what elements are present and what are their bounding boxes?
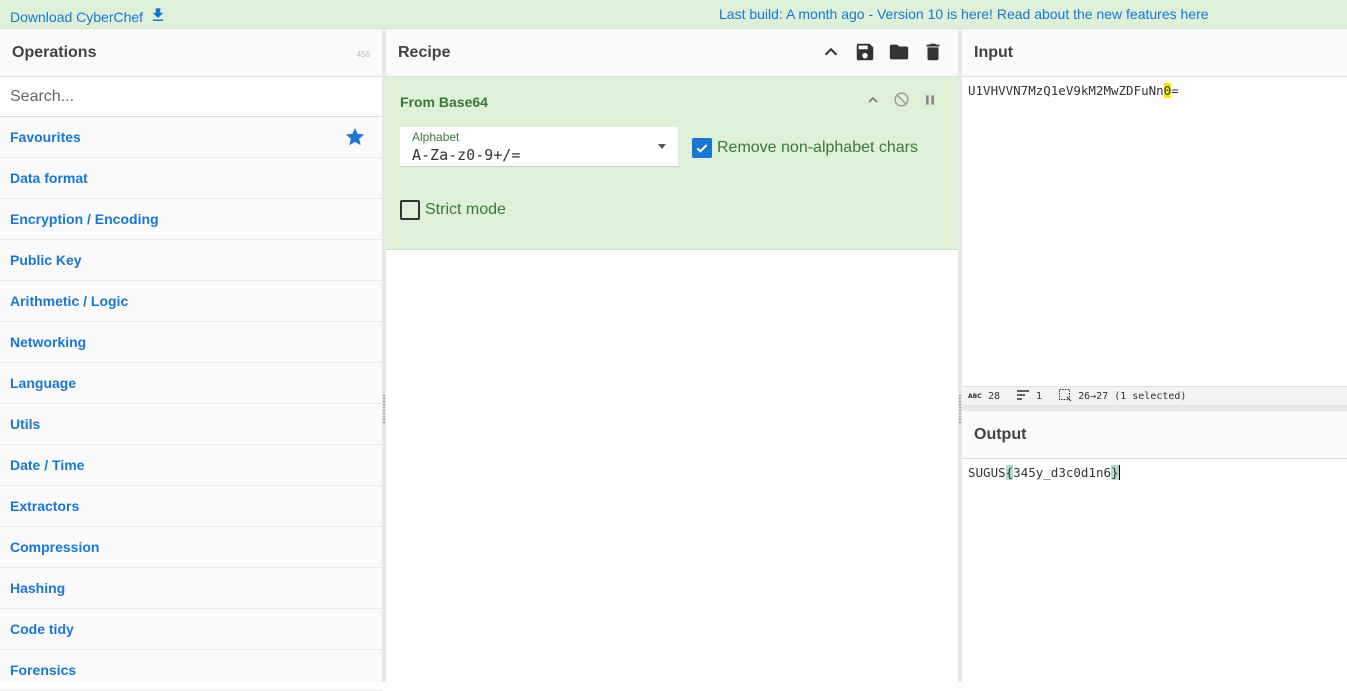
selection-icon xyxy=(1058,388,1072,405)
input-status-bar: ABC 28 1 26→27 (1 selected) xyxy=(962,386,1347,406)
resize-grip xyxy=(959,394,961,424)
category-networking[interactable]: Networking xyxy=(0,322,382,363)
category-utils[interactable]: Utils xyxy=(0,404,382,445)
load-recipe-icon[interactable] xyxy=(888,41,910,68)
length-stat: ABC 28 xyxy=(968,391,1000,402)
category-label: Favourites xyxy=(10,129,81,145)
save-recipe-icon[interactable] xyxy=(854,41,876,68)
star-icon xyxy=(344,126,366,151)
category-label: Arithmetic / Logic xyxy=(10,293,129,309)
features-link[interactable]: here xyxy=(1181,6,1209,22)
category-label: Forensics xyxy=(10,662,77,678)
category-encryption-encoding[interactable]: Encryption / Encoding xyxy=(0,199,382,240)
input-header: Input xyxy=(962,29,1347,77)
output-bracket-close: } xyxy=(1111,465,1119,480)
recipe-operation-from-base64[interactable]: From Base64 Alphabet A-Za-z0-9+/= Remove… xyxy=(386,77,958,250)
category-compression[interactable]: Compression xyxy=(0,527,382,568)
category-label: Date / Time xyxy=(10,457,85,473)
category-label: Code tidy xyxy=(10,621,74,637)
output-pane: Output SUGUS{345y_d3c0d1n6} xyxy=(962,411,1347,682)
category-forensics[interactable]: Forensics xyxy=(0,650,382,691)
category-label: Hashing xyxy=(10,580,66,596)
search-box xyxy=(0,77,382,117)
download-icon xyxy=(149,6,167,27)
category-label: Data format xyxy=(10,170,88,186)
text-cursor xyxy=(1118,465,1120,480)
category-favourites[interactable]: Favourites xyxy=(0,117,382,158)
svg-text:ABC: ABC xyxy=(968,393,982,399)
input-text-end: = xyxy=(1171,83,1179,98)
remove-non-alphabet-checkbox[interactable]: Remove non-alphabet chars xyxy=(692,138,918,158)
resize-grip xyxy=(383,394,385,424)
output-text-middle: 345y_d3c0d1n6 xyxy=(1013,465,1112,480)
category-label: Encryption / Encoding xyxy=(10,211,159,227)
download-label: Download CyberChef xyxy=(10,8,144,25)
selection-value: 26→27 (1 selected) xyxy=(1078,390,1187,402)
last-build-notice: Last build: A month ago - Version 10 is … xyxy=(719,6,1209,22)
operation-name: From Base64 xyxy=(400,94,488,110)
input-title: Input xyxy=(974,43,1014,61)
output-title: Output xyxy=(974,425,1027,443)
chevron-down-icon xyxy=(658,144,666,149)
operations-pane: Operations 456 Favourites Data format En… xyxy=(0,29,382,691)
length-value: 28 xyxy=(988,390,1001,402)
category-code-tidy[interactable]: Code tidy xyxy=(0,609,382,650)
input-pane: Input U1VHVVN7MzQ1eV9kM2MwZDFuNn0= xyxy=(962,29,1347,386)
disable-operation-icon[interactable] xyxy=(893,91,910,113)
recipe-header: Recipe xyxy=(386,29,958,77)
category-label: Compression xyxy=(10,539,100,555)
lines-value: 1 xyxy=(1036,390,1043,402)
operations-title: Operations xyxy=(12,43,97,61)
category-hashing[interactable]: Hashing xyxy=(0,568,382,609)
clear-recipe-icon[interactable] xyxy=(922,41,944,68)
category-public-key[interactable]: Public Key xyxy=(0,240,382,281)
output-textarea[interactable]: SUGUS{345y_d3c0d1n6} xyxy=(962,459,1347,486)
selection-stat: 26→27 (1 selected) xyxy=(1058,388,1186,405)
top-banner: Download CyberChef Last build: A month a… xyxy=(0,0,1347,29)
category-label: Language xyxy=(10,375,77,391)
collapse-all-icon[interactable] xyxy=(820,41,842,68)
abc-icon: ABC xyxy=(968,391,982,402)
collapse-operation-icon[interactable] xyxy=(865,92,881,113)
checkbox-unchecked-icon[interactable] xyxy=(400,200,420,220)
category-language[interactable]: Language xyxy=(0,363,382,404)
category-date-time[interactable]: Date / Time xyxy=(0,445,382,486)
input-textarea[interactable]: U1VHVVN7MzQ1eV9kM2MwZDFuNn0= xyxy=(962,77,1347,104)
search-input[interactable] xyxy=(10,87,370,106)
category-label: Extractors xyxy=(10,498,80,514)
lines-stat: 1 xyxy=(1016,389,1042,404)
category-label: Utils xyxy=(10,416,41,432)
strict-mode-label: Strict mode xyxy=(425,201,506,218)
output-header: Output xyxy=(962,411,1347,459)
input-text: U1VHVVN7MzQ1eV9kM2MwZDFuNn xyxy=(968,83,1164,98)
remove-non-alphabet-label: Remove non-alphabet chars xyxy=(717,139,919,156)
strict-mode-checkbox[interactable]: Strict mode xyxy=(400,200,506,220)
alphabet-value: A-Za-z0-9+/= xyxy=(412,146,521,164)
operations-count: 456 xyxy=(356,50,370,59)
category-label: Networking xyxy=(10,334,87,350)
recipe-pane: Recipe From Base64 Alphabet A-Za-z0-9+/=… xyxy=(386,29,958,682)
alphabet-select[interactable]: Alphabet A-Za-z0-9+/= xyxy=(400,127,678,167)
alphabet-label: Alphabet xyxy=(412,130,460,144)
recipe-title: Recipe xyxy=(398,43,451,61)
operations-header: Operations 456 xyxy=(0,29,382,77)
download-cyberchef-link[interactable]: Download CyberChef xyxy=(10,6,167,27)
category-label: Public Key xyxy=(10,252,82,268)
build-text: Last build: A month ago - Version 10 is … xyxy=(719,6,1181,22)
category-arithmetic-logic[interactable]: Arithmetic / Logic xyxy=(0,281,382,322)
checkbox-checked-icon[interactable] xyxy=(692,138,712,158)
category-data-format[interactable]: Data format xyxy=(0,158,382,199)
pause-icon[interactable] xyxy=(922,92,938,113)
category-list: Favourites Data format Encryption / Enco… xyxy=(0,117,382,691)
output-text: SUGUS xyxy=(968,465,1006,480)
category-extractors[interactable]: Extractors xyxy=(0,486,382,527)
lines-icon xyxy=(1016,389,1030,404)
